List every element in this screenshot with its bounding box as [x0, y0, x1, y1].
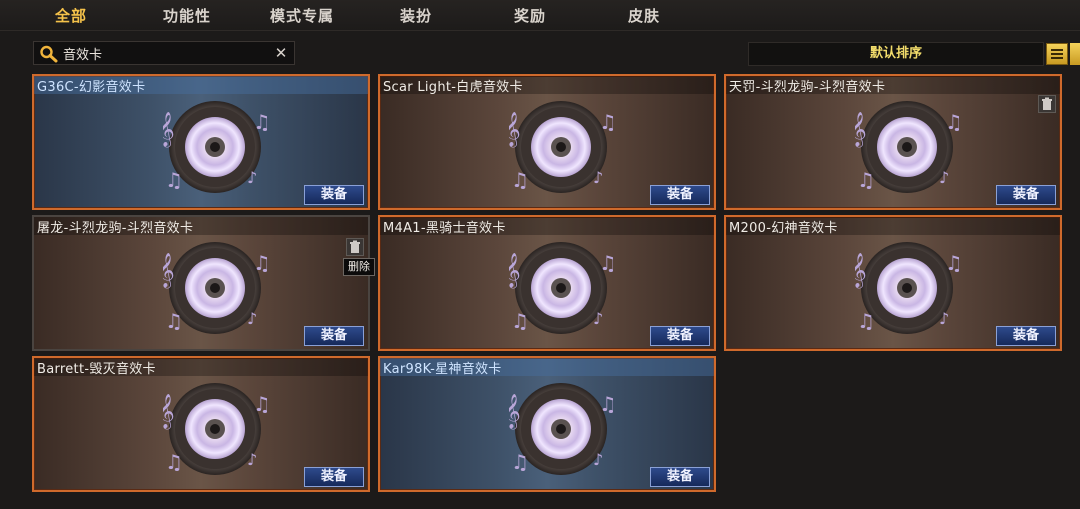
item-card[interactable]: Barrett-毁灭音效卡 装备 — [32, 356, 370, 492]
item-card[interactable]: 屠龙-斗烈龙驹-斗烈音效卡 装备 — [32, 215, 370, 351]
trash-icon[interactable] — [1038, 95, 1056, 113]
item-card[interactable]: Kar98K-星神音效卡 装备 — [378, 356, 716, 492]
item-card[interactable]: M4A1-黑骑士音效卡 装备 — [378, 215, 716, 351]
search-icon — [40, 45, 58, 63]
sound-card-icon — [855, 95, 959, 199]
search-input[interactable] — [63, 44, 263, 62]
card-title: 屠龙-斗烈龙驹-斗烈音效卡 — [37, 221, 194, 236]
item-card[interactable]: 天罚-斗烈龙驹-斗烈音效卡 装备 — [724, 74, 1062, 210]
tab-all[interactable]: 全部 — [55, 5, 87, 26]
item-card[interactable]: Scar Light-白虎音效卡 装备 — [378, 74, 716, 210]
card-title: Barrett-毁灭音效卡 — [37, 362, 156, 377]
equip-button[interactable]: 装备 — [650, 185, 710, 205]
equip-button[interactable]: 装备 — [304, 467, 364, 487]
tab-reward[interactable]: 奖励 — [514, 5, 546, 26]
sound-card-icon — [509, 236, 613, 340]
tab-functional[interactable]: 功能性 — [163, 5, 211, 26]
sound-card-icon — [163, 377, 267, 481]
tab-skin[interactable]: 皮肤 — [628, 5, 660, 26]
search-box: ✕ — [33, 41, 295, 65]
trash-icon[interactable] — [346, 238, 364, 256]
close-icon[interactable]: ✕ — [272, 43, 290, 63]
tab-outfit[interactable]: 装扮 — [400, 5, 432, 26]
card-title: M200-幻神音效卡 — [729, 221, 838, 236]
card-title: Scar Light-白虎音效卡 — [383, 80, 523, 95]
sound-card-icon — [509, 377, 613, 481]
card-title: M4A1-黑骑士音效卡 — [383, 221, 506, 236]
equip-button[interactable]: 装备 — [650, 326, 710, 346]
card-title: 天罚-斗烈龙驹-斗烈音效卡 — [729, 80, 886, 95]
item-card[interactable]: G36C-幻影音效卡 装备 — [32, 74, 370, 210]
sound-card-icon — [163, 236, 267, 340]
equip-button[interactable]: 装备 — [996, 185, 1056, 205]
tab-mode-exclusive[interactable]: 模式专属 — [270, 5, 334, 26]
item-card[interactable]: M200-幻神音效卡 装备 — [724, 215, 1062, 351]
equip-button[interactable]: 装备 — [650, 467, 710, 487]
sound-card-icon — [163, 95, 267, 199]
menu-icon[interactable] — [1046, 43, 1068, 65]
sound-card-icon — [509, 95, 613, 199]
delete-tooltip: 删除 — [343, 258, 375, 276]
card-title: G36C-幻影音效卡 — [37, 80, 146, 95]
card-title: Kar98K-星神音效卡 — [383, 362, 502, 377]
equip-button[interactable]: 装备 — [304, 326, 364, 346]
sound-card-icon — [855, 236, 959, 340]
sort-dropdown[interactable]: 默认排序 — [748, 42, 1044, 66]
equip-button[interactable]: 装备 — [304, 185, 364, 205]
category-tab-bar: 全部 功能性 模式专属 装扮 奖励 皮肤 — [0, 0, 1080, 31]
sort-direction-button[interactable] — [1070, 43, 1080, 65]
equip-button[interactable]: 装备 — [996, 326, 1056, 346]
